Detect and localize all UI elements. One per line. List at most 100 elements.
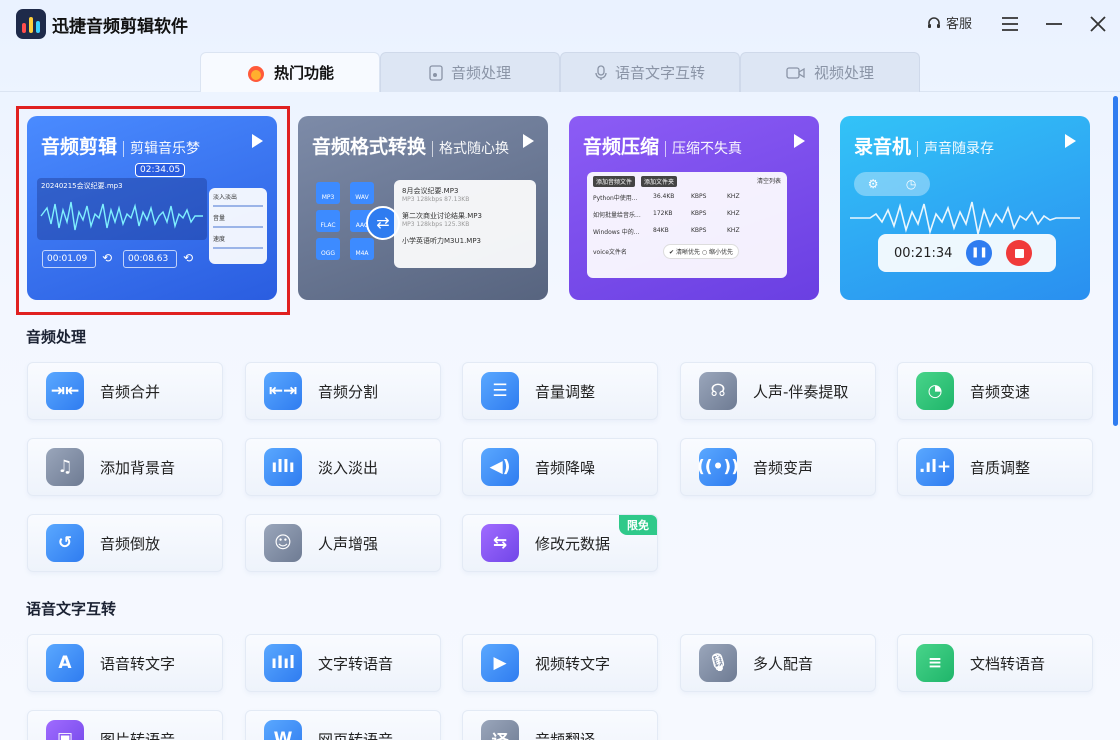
tab-label: 音频处理 [450,64,511,82]
fire-icon [247,65,264,82]
vocal-extract-icon: ☊ [699,372,737,410]
tool-video-to-text[interactable]: ▶ 视频转文字 [462,634,658,692]
video-camera-icon [786,66,805,79]
close-icon [1090,16,1106,32]
pause-icon: ❚❚ [966,240,993,266]
hamburger-icon [1002,17,1018,31]
tab-label: 热门功能 [273,64,334,82]
voice-boost-icon: ☺ [264,524,302,562]
card-title: 录音机 声音随录存 [854,136,995,158]
tab-hot-features[interactable]: 热门功能 [200,52,380,92]
volume-sliders-icon: ☰ [481,372,519,410]
tool-text-to-speech[interactable]: ıIıl 文字转语音 [245,634,441,692]
card-title: 音频压缩 压缩不失真 [583,136,743,158]
feature-card-compress[interactable]: 音频压缩 压缩不失真 添加音频文件 添加文件夹 清空列表 Python中使用...… [569,116,819,300]
play-circle-icon: ▶ [481,644,519,682]
quality-bars-icon: .ıl+ [916,448,954,486]
metadata-icon: ⇆ [481,524,519,562]
start-time-field: 00:01.09 [42,250,96,268]
microphone-icon: 🎙 [699,644,737,682]
section-title-speech: 语音文字互转 [26,600,117,618]
file-list-panel: 8月会议纪要.MP3 MP3 128kbps 87.13KB 第二次商业讨论结果… [394,180,536,268]
tool-speech-to-text[interactable]: A 语音转文字 [27,634,223,692]
support-button[interactable]: 客服 [926,13,972,32]
minimize-button[interactable] [1040,10,1068,38]
tool-audio-reverse[interactable]: ↺ 音频倒放 [27,514,223,572]
app-title: 迅捷音频剪辑软件 [52,17,188,37]
tool-add-background[interactable]: ♫ 添加背景音 [27,438,223,496]
tab-speech-text[interactable]: 语音文字互转 [560,52,740,92]
letter-a-icon: A [46,644,84,682]
recorder-controls: 00:21:34 ❚❚ [878,234,1056,272]
stop-icon [1006,240,1033,266]
waveform-panel: 20240215会议纪要.mp3 [37,178,207,240]
feature-card-format-convert[interactable]: 音频格式转换 格式随心换 MP3 WAV FLAC AAC OGG M4A ⇄ 8… [298,116,548,300]
audio-file-icon [429,64,443,81]
effect-sliders-panel: 淡入淡出 音量 速度 [209,188,267,264]
tool-audio-split[interactable]: ⇤⇥ 音频分割 [245,362,441,420]
recorder-toolbar: ⚙ ◷ [854,172,930,196]
headset-icon [928,16,940,28]
tool-multi-voice-dub[interactable]: 🎙 多人配音 [680,634,876,692]
tool-vocal-extract[interactable]: ☊ 人声-伴奏提取 [680,362,876,420]
tool-image-to-speech[interactable]: ▣ 图片转语音 [27,710,223,740]
reset-icon: ⟲ [102,251,113,265]
menu-button[interactable] [996,10,1024,38]
play-icon [252,134,263,148]
card-title: 音频剪辑 剪辑音乐梦 [41,136,201,158]
tool-denoise[interactable]: ◀) 音频降噪 [462,438,658,496]
tool-document-to-speech[interactable]: ≡ 文档转语音 [897,634,1093,692]
feature-card-recorder[interactable]: 录音机 声音随录存 ⚙ ◷ 00:21:34 ❚❚ [840,116,1090,300]
section-title-audio: 音频处理 [26,328,87,346]
app-logo-icon [16,9,46,39]
waveform-graphic [40,201,203,231]
main-tabs: 热门功能 音频处理 语音文字互转 视频处理 [200,52,920,92]
end-time-field: 00:08.63 [123,250,177,268]
split-icon: ⇤⇥ [264,372,302,410]
speaker-icon: ◀) [481,448,519,486]
play-icon [794,134,805,148]
minimize-icon [1046,23,1062,25]
merge-icon: ⇥⇤ [46,372,84,410]
tool-fade[interactable]: ıllı 淡入淡出 [245,438,441,496]
voice-change-icon: ((•)) [697,448,739,486]
tool-audio-speed[interactable]: ◔ 音频变速 [897,362,1093,420]
tab-video-processing[interactable]: 视频处理 [740,52,920,92]
tab-label: 语音文字互转 [614,64,705,82]
clock-icon: ◷ [905,177,917,191]
translate-icon: 译 [481,720,519,740]
support-label: 客服 [946,17,973,32]
tool-voice-change[interactable]: ((•)) 音频变声 [680,438,876,496]
speed-icon: ◔ [916,372,954,410]
feature-card-audio-edit[interactable]: 音频剪辑 剪辑音乐梦 02:34.05 20240215会议纪要.mp3 淡入淡出… [27,116,277,300]
scrollbar[interactable] [1113,96,1118,426]
tab-audio-processing[interactable]: 音频处理 [380,52,560,92]
tab-label: 视频处理 [813,64,874,82]
document-icon: ≡ [916,644,954,682]
title-bar: 迅捷音频剪辑软件 客服 [0,0,1120,48]
music-note-icon: ♫ [46,448,84,486]
image-icon: ▣ [46,720,84,740]
free-badge: 限免 [619,515,657,535]
play-icon [1065,134,1076,148]
waveform-icon: ıIıl [264,644,302,682]
record-timer: 00:21:34 [894,245,953,261]
tool-edit-metadata[interactable]: ⇆ 修改元数据 限免 [462,514,658,572]
tool-web-to-speech[interactable]: W 网页转语音 [245,710,441,740]
tool-audio-translate[interactable]: 译 音频翻译 [462,710,658,740]
web-icon: W [264,720,302,740]
reverse-icon: ↺ [46,524,84,562]
reset-icon: ⟲ [183,251,194,265]
tool-voice-boost[interactable]: ☺ 人声增强 [245,514,441,572]
fade-bars-icon: ıllı [264,448,302,486]
timestamp-badge: 02:34.05 [135,163,186,177]
play-icon [523,134,534,148]
tool-quality-adjust[interactable]: .ıl+ 音质调整 [897,438,1093,496]
tool-volume-adjust[interactable]: ☰ 音量调整 [462,362,658,420]
compress-list-panel: 添加音频文件 添加文件夹 清空列表 Python中使用... 36.4KB KBPS… [587,172,787,278]
card-title: 音频格式转换 格式随心换 [312,136,510,158]
settings-icon: ⚙ [867,177,879,191]
microphone-icon [595,64,607,80]
close-button[interactable] [1084,10,1112,38]
tool-audio-merge[interactable]: ⇥⇤ 音频合并 [27,362,223,420]
